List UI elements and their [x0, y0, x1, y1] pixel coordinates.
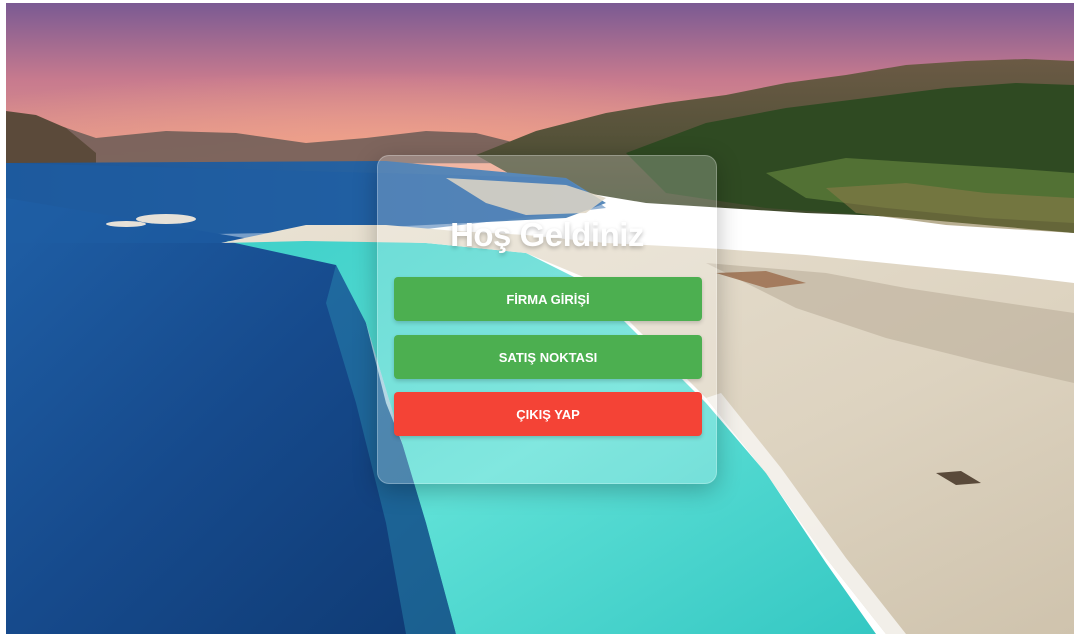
app-window: Hoş Geldiniz FİRMA GİRİŞİ SATIŞ NOKTASI …: [6, 3, 1074, 634]
welcome-panel: Hoş Geldiniz FİRMA GİRİŞİ SATIŞ NOKTASI …: [377, 155, 717, 484]
welcome-title: Hoş Geldiniz: [450, 216, 644, 253]
company-login-button[interactable]: FİRMA GİRİŞİ: [394, 277, 702, 321]
sales-point-button[interactable]: SATIŞ NOKTASI: [394, 335, 702, 379]
logout-button[interactable]: ÇIKIŞ YAP: [394, 392, 702, 436]
